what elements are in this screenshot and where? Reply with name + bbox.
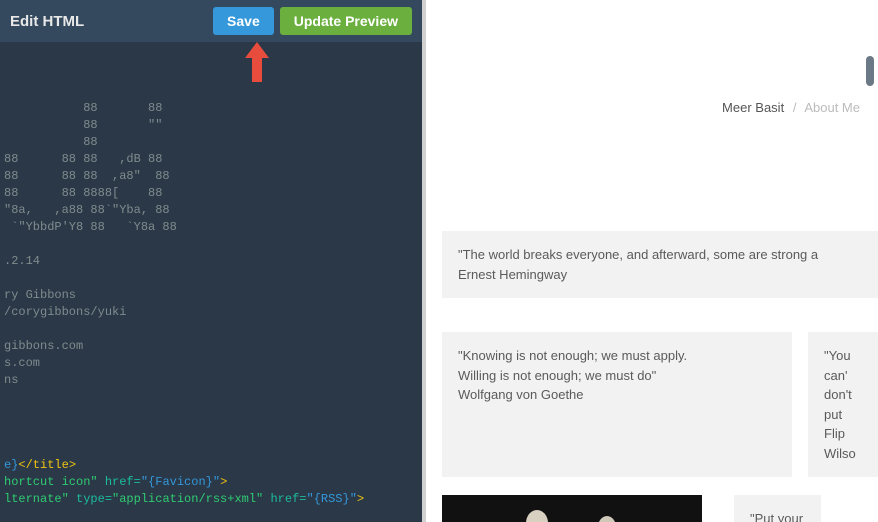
code-line: gibbons.com bbox=[4, 339, 83, 353]
update-preview-button[interactable]: Update Preview bbox=[280, 7, 412, 35]
quote-block: "The world breaks everyone, and afterwar… bbox=[442, 231, 878, 298]
breadcrumb-separator: / bbox=[793, 100, 797, 115]
code-token: "{RSS}" bbox=[306, 492, 356, 506]
code-token: > bbox=[220, 475, 227, 489]
code-token: type= bbox=[69, 492, 112, 506]
quote-author: Flip Wilso bbox=[824, 424, 862, 463]
quote-text: "The world breaks everyone, and afterwar… bbox=[458, 245, 862, 265]
code-token: href= bbox=[98, 475, 141, 489]
code-line: s.com bbox=[4, 356, 40, 370]
editor-scrollbar[interactable] bbox=[866, 56, 874, 86]
preview-image bbox=[442, 495, 702, 522]
quote-text: "Put your bbox=[750, 509, 805, 522]
quote-block: "You can' don't put Flip Wilso bbox=[808, 332, 878, 477]
quote-text: don't put bbox=[824, 385, 862, 424]
ascii-art: 88 88 88 "" 88 88 88 88 ,dB 88 88 88 88 … bbox=[4, 101, 177, 234]
quote-text: "You can' bbox=[824, 346, 862, 385]
preview-panel: Meer Basit / About Me "The world breaks … bbox=[426, 0, 878, 522]
code-token: href= bbox=[263, 492, 306, 506]
quote-block: "Put your your sma success." bbox=[734, 495, 821, 522]
code-line: /corygibbons/yuki bbox=[4, 305, 126, 319]
code-token: e} bbox=[4, 458, 18, 472]
editor-panel: Edit HTML Save Update Preview 88 88 88 "… bbox=[0, 0, 422, 522]
code-token: "application/rss+xml" bbox=[112, 492, 263, 506]
code-token: "{Favicon}" bbox=[141, 475, 220, 489]
quote-author: Wolfgang von Goethe bbox=[458, 385, 776, 405]
code-line: ns bbox=[4, 373, 18, 387]
quote-block: "Knowing is not enough; we must apply. W… bbox=[442, 332, 792, 477]
quote-text: Willing is not enough; we must do" bbox=[458, 366, 776, 386]
quote-text: "Knowing is not enough; we must apply. bbox=[458, 346, 776, 366]
editor-header: Edit HTML Save Update Preview bbox=[0, 0, 422, 42]
code-line: .2.14 bbox=[4, 254, 40, 268]
save-button[interactable]: Save bbox=[213, 7, 274, 35]
code-token: hortcut icon bbox=[4, 475, 90, 489]
breadcrumb: Meer Basit / About Me bbox=[426, 0, 878, 115]
code-token: </title> bbox=[18, 458, 76, 472]
arrow-pointer-icon bbox=[245, 42, 269, 82]
quote-author: Ernest Hemingway bbox=[458, 265, 862, 285]
code-token: lternate bbox=[4, 492, 62, 506]
breadcrumb-page[interactable]: About Me bbox=[804, 100, 860, 115]
code-line: ry Gibbons bbox=[4, 288, 76, 302]
header-title: Edit HTML bbox=[10, 13, 207, 30]
code-token: > bbox=[357, 492, 364, 506]
breadcrumb-name[interactable]: Meer Basit bbox=[722, 100, 784, 115]
code-editor[interactable]: 88 88 88 "" 88 88 88 88 ,dB 88 88 88 88 … bbox=[0, 42, 422, 522]
